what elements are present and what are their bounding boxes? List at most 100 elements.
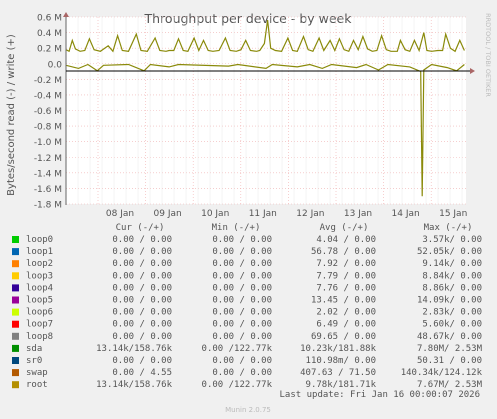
legend-name-root: root	[26, 380, 48, 390]
legend-swatch-sr0	[12, 357, 19, 364]
legend-cur-sr0: 0.00 / 0.00	[112, 356, 172, 366]
legend-min-sda: 0.00 /122.77k	[202, 344, 273, 354]
legend-max-sda: 7.80M/ 2.53M	[417, 344, 483, 354]
legend-name-loop7: loop7	[26, 320, 53, 330]
legend-max-sr0: 50.31 / 0.00	[417, 356, 482, 366]
legend-name-loop3: loop3	[26, 271, 53, 281]
x-tick-label: 15 Jan	[439, 209, 467, 219]
legend-swatch-loop0	[12, 236, 19, 243]
munin-version: Munin 2.0.75	[225, 406, 271, 414]
legend-max-root: 7.67M/ 2.53M	[417, 380, 483, 390]
legend-cur-loop0: 0.00 / 0.00	[112, 235, 172, 245]
legend-name-sda: sda	[26, 344, 42, 354]
legend-max-loop0: 3.57k/ 0.00	[422, 235, 482, 245]
y-tick-label: -1.0 M	[34, 138, 62, 148]
legend-name-loop8: loop8	[26, 332, 53, 342]
y-tick-label: 0.0	[48, 60, 63, 70]
legend-cur-swap: 0.00 / 4.55	[112, 368, 172, 378]
legend-cur-loop2: 0.00 / 0.00	[112, 259, 172, 269]
legend-avg-loop3: 7.79 / 0.00	[316, 271, 376, 281]
y-tick-label: -0.8 M	[34, 123, 62, 133]
legend-cur-loop4: 0.00 / 0.00	[112, 283, 172, 293]
legend-max-swap: 140.34k/124.12k	[401, 368, 483, 378]
legend-max-loop4: 8.86k/ 0.00	[422, 283, 482, 293]
x-tick-label: 08 Jan	[106, 209, 134, 219]
legend-max-loop5: 14.09k/ 0.00	[417, 296, 482, 306]
x-tick-label: 14 Jan	[392, 209, 420, 219]
legend-swatch-root	[12, 381, 19, 389]
legend-min-loop7: 0.00 / 0.00	[212, 320, 272, 330]
legend-name-loop5: loop5	[26, 296, 53, 306]
legend-min-loop6: 0.00 / 0.00	[212, 308, 272, 318]
legend-max-loop6: 2.83k/ 0.00	[422, 308, 482, 318]
legend-min-loop1: 0.00 / 0.00	[212, 247, 272, 257]
chart-title: Throughput per device - by week	[144, 11, 353, 26]
legend-cur-sda: 13.14k/158.76k	[96, 344, 172, 354]
y-tick-label: -1.4 M	[34, 169, 62, 179]
legend-avg-loop2: 7.92 / 0.00	[316, 259, 376, 269]
legend-cur-loop5: 0.00 / 0.00	[112, 296, 172, 306]
legend-name-loop0: loop0	[26, 235, 53, 245]
last-update: Last update: Fri Jan 16 00:00:07 2026	[280, 390, 480, 400]
y-tick-label: 0.6 M	[37, 14, 62, 24]
legend-min-sr0: 0.00 / 0.00	[212, 356, 272, 366]
legend-avg-sda: 10.23k/181.88k	[300, 344, 376, 354]
legend-avg-sr0: 110.98m/ 0.00	[306, 356, 376, 366]
legend-name-sr0: sr0	[26, 356, 42, 366]
legend-cur-root: 13.14k/158.76k	[96, 380, 172, 390]
legend-cur-loop3: 0.00 / 0.00	[112, 271, 172, 281]
y-tick-label: 0.4 M	[37, 29, 62, 39]
legend-min-loop0: 0.00 / 0.00	[212, 235, 272, 245]
legend-name-loop2: loop2	[26, 259, 53, 269]
legend-max-loop1: 52.05k/ 0.00	[417, 247, 482, 257]
legend-cur-loop8: 0.00 / 0.00	[112, 332, 172, 342]
legend-swatch-loop1	[12, 248, 19, 256]
legend-name-loop6: loop6	[26, 308, 53, 318]
legend-cur-loop1: 0.00 / 0.00	[112, 247, 172, 257]
legend-min-root: 0.00 /122.77k	[202, 380, 273, 390]
legend-avg-loop6: 2.02 / 0.00	[316, 308, 376, 318]
legend-min-loop3: 0.00 / 0.00	[212, 271, 272, 281]
throughput-chart: Throughput per device - by week Bytes/se…	[0, 0, 497, 419]
legend-min-loop8: 0.00 / 0.00	[212, 332, 272, 342]
legend-avg-loop7: 6.49 / 0.00	[316, 320, 376, 330]
legend-header-avg: Avg (-/+)	[320, 223, 369, 233]
legend-swatch-loop3	[12, 272, 19, 280]
y-tick-label: -1.6 M	[34, 185, 62, 195]
legend-name-loop1: loop1	[26, 247, 53, 257]
legend-max-loop3: 8.84k/ 0.00	[422, 271, 482, 281]
y-tick-label: -1.8 M	[34, 201, 62, 211]
x-tick-label: 11 Jan	[249, 209, 277, 219]
x-tick-label: 13 Jan	[344, 209, 372, 219]
legend-avg-loop4: 7.76 / 0.00	[316, 283, 376, 293]
y-tick-label: -0.4 M	[34, 91, 62, 101]
x-tick-label: 09 Jan	[154, 209, 182, 219]
legend-min-loop4: 0.00 / 0.00	[212, 283, 272, 293]
legend-avg-swap: 407.63 / 71.50	[300, 368, 376, 378]
legend-min-swap: 0.00 / 0.00	[212, 368, 272, 378]
legend-cur-loop7: 0.00 / 0.00	[112, 320, 172, 330]
y-axis-label: Bytes/second read (-) / write (+)	[6, 34, 17, 196]
legend-min-loop2: 0.00 / 0.00	[212, 259, 272, 269]
legend-swatch-loop7	[12, 320, 19, 328]
legend-header-max: Max (-/+)	[424, 223, 473, 233]
legend-swatch-swap	[12, 369, 19, 377]
y-tick-label: -1.2 M	[34, 154, 62, 164]
x-tick-label: 12 Jan	[296, 209, 324, 219]
legend-avg-loop0: 4.04 / 0.00	[316, 235, 376, 245]
legend-avg-loop5: 13.45 / 0.00	[311, 296, 376, 306]
legend-swatch-loop8	[12, 332, 19, 340]
legend-swatch-loop5	[12, 296, 19, 304]
legend-max-loop7: 5.60k/ 0.00	[422, 320, 482, 330]
legend-swatch-loop4	[12, 284, 19, 292]
legend-header-min: Min (-/+)	[212, 223, 261, 233]
legend-max-loop8: 48.67k/ 0.00	[417, 332, 482, 342]
legend-cur-loop6: 0.00 / 0.00	[112, 308, 172, 318]
y-tick-label: -0.2 M	[34, 76, 62, 86]
legend-swatch-loop6	[12, 308, 19, 316]
x-tick-label: 10 Jan	[201, 209, 229, 219]
legend-name-swap: swap	[26, 368, 48, 378]
legend-avg-loop8: 69.65 / 0.00	[311, 332, 376, 342]
legend-avg-loop1: 56.78 / 0.00	[311, 247, 376, 257]
legend-avg-root: 9.78k/181.71k	[306, 380, 377, 390]
